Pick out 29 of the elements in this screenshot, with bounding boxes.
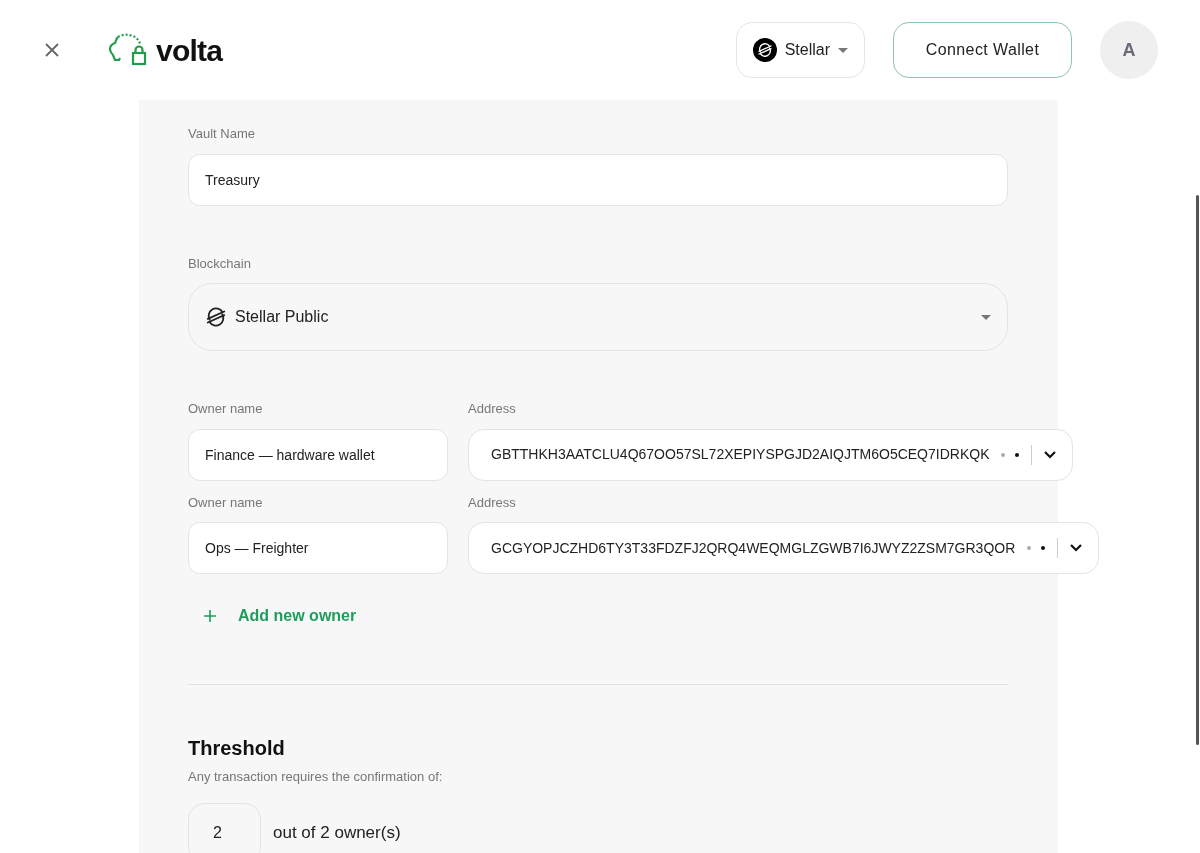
chevron-down-icon — [1044, 450, 1057, 459]
stellar-logo-icon — [205, 306, 227, 328]
caret-icon — [838, 47, 848, 53]
owner-name-input[interactable]: Ops — Freighter — [188, 522, 448, 574]
user-avatar[interactable]: A — [1100, 21, 1158, 79]
blockchain-select[interactable]: Stellar Public — [188, 283, 1008, 351]
address-input[interactable]: GBTTHKH3AATCLU4Q67OO57SL72XEPIYSPGJD2AIQJTM6O5CEQ7IDRKQK — [468, 428, 1074, 481]
vault-name-input[interactable]: Treasury — [188, 153, 1008, 206]
loading-dots-icon — [1001, 452, 1020, 457]
field-label: Vault Name — [188, 125, 256, 143]
field-label: Owner name — [188, 400, 264, 418]
piggy-bank-lock-icon — [108, 33, 148, 67]
section-title: Threshold — [188, 736, 286, 761]
address-input[interactable]: GCGYOPJCZHD6TY3T33FDZFJ2QRQ4WEQMGLZGWB7I6JWYZ2ZSM7GR3QOR — [468, 522, 1100, 574]
loading-dots-icon — [1027, 546, 1046, 550]
brand-name: volta — [156, 32, 223, 69]
section-subtitle: Any transaction requires the confirmation of: — [188, 768, 444, 786]
field-label: Address — [468, 400, 517, 418]
plus-icon — [204, 610, 216, 622]
caret-icon — [981, 314, 991, 320]
stellar-logo-icon — [752, 38, 777, 62]
owner-name-input[interactable]: Finance — hardware wallet — [188, 428, 448, 481]
connect-wallet-button[interactable]: Connect Wallet — [893, 22, 1072, 78]
threshold-suffix: out of 2 owner(s) — [273, 821, 401, 844]
field-label: Address — [468, 493, 517, 512]
network-selector[interactable]: Stellar — [735, 22, 865, 78]
chevron-down-icon — [1070, 544, 1083, 552]
field-label: Blockchain — [188, 254, 252, 273]
field-label: Owner name — [188, 493, 264, 512]
